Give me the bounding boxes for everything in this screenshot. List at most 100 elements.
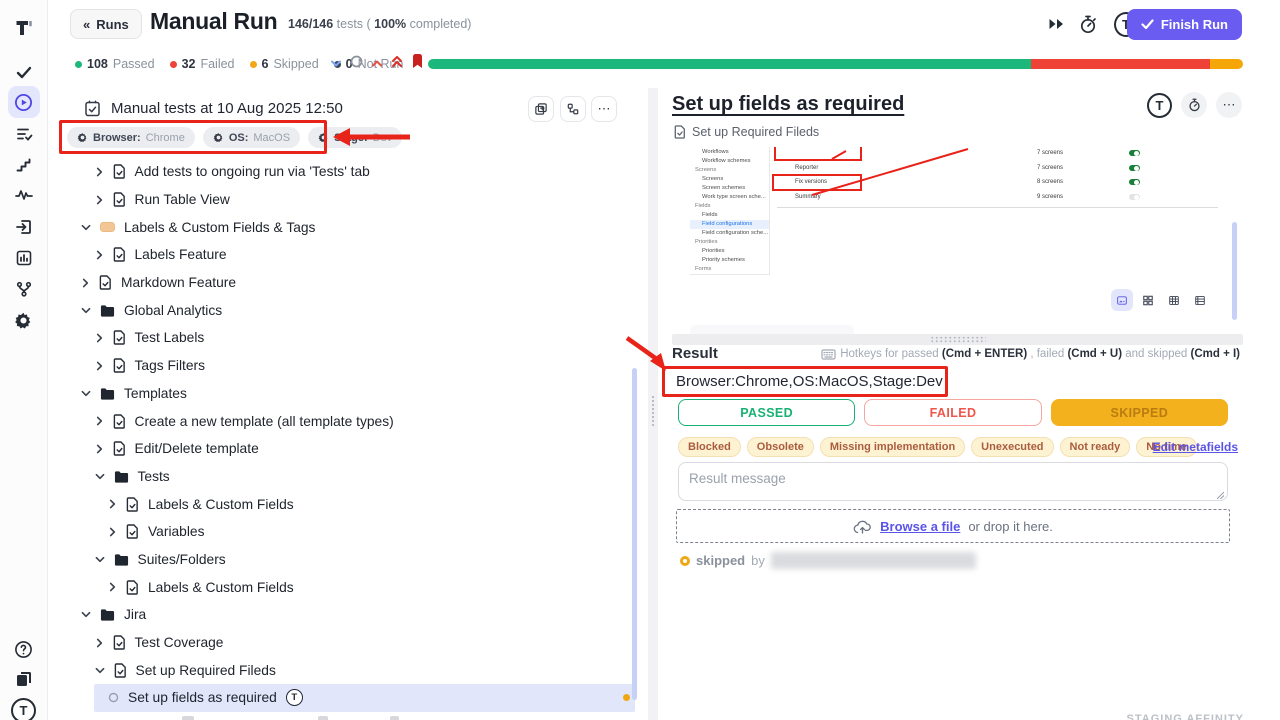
failed-button[interactable]: FAILED [864, 399, 1041, 426]
tree-item[interactable]: Jira [48, 601, 648, 629]
result-message-input[interactable] [678, 462, 1228, 501]
chevron-right-icon[interactable] [108, 527, 117, 537]
chevron-right-icon[interactable] [108, 582, 117, 592]
chevron-down-icon[interactable] [95, 666, 105, 675]
view-image-button[interactable] [1111, 289, 1133, 311]
tree-item[interactable]: Tests [48, 463, 648, 491]
fast-forward-icon[interactable] [1044, 12, 1068, 36]
browse-file-link[interactable]: Browse a file [880, 519, 960, 534]
tree-scrollbar[interactable] [632, 368, 637, 700]
brand-circle-icon[interactable]: T [8, 694, 40, 720]
status-dot-icon [250, 61, 257, 68]
chevron-down-icon[interactable] [81, 223, 91, 232]
chevron-right-icon[interactable] [95, 333, 104, 343]
tree-item[interactable]: Test Labels [48, 324, 648, 352]
import-icon[interactable] [8, 211, 40, 243]
tree-item[interactable]: Markdown Feature [48, 269, 648, 297]
preview-scrollbar[interactable] [1232, 222, 1237, 320]
app-logo-icon[interactable] [8, 12, 40, 44]
tree-item[interactable]: Add tests to ongoing run via 'Tests' tab [48, 158, 648, 186]
tree-item[interactable]: Tags Filters [48, 352, 648, 380]
splitter-grip [930, 336, 986, 343]
env-tag[interactable]: OS: MacOS [203, 127, 300, 148]
circle-filter-icon[interactable] [350, 55, 363, 73]
tree-item[interactable]: Templates [48, 380, 648, 408]
milestones-stairs-icon[interactable] [8, 149, 40, 181]
attachment-preview[interactable]: WorkflowsWorkflow schemesScreensScreensS… [672, 147, 1232, 287]
breadcrumb[interactable]: Set up Required Fileds [674, 125, 819, 139]
tree-item[interactable]: Edit/Delete template [48, 435, 648, 463]
chevron-right-icon[interactable] [95, 167, 104, 177]
bookmark-flag-icon[interactable] [411, 54, 424, 74]
tree-item[interactable]: Create a new template (all template type… [48, 407, 648, 435]
tree-item[interactable]: Labels & Custom Fields [48, 573, 648, 601]
env-tag[interactable]: Stage: Dev [308, 127, 402, 148]
tree-item[interactable]: Labels & Custom Fields & Tags [48, 213, 648, 241]
chevron-right-icon[interactable] [95, 361, 104, 371]
chevron-down-icon[interactable] [95, 555, 105, 564]
back-to-runs-button[interactable]: « Runs [70, 9, 142, 39]
preview-divider [777, 207, 1218, 208]
tree-item[interactable]: Test Coverage [48, 629, 648, 657]
help-icon[interactable] [8, 633, 40, 665]
tree-item[interactable]: Suites/Folders [48, 546, 648, 574]
timer-button[interactable] [1181, 92, 1207, 118]
status-stat-skipped[interactable]: 6Skipped [250, 57, 319, 71]
passed-button[interactable]: PASSED [678, 399, 855, 426]
activity-pulse-icon[interactable] [8, 179, 40, 211]
tree-view-button[interactable] [560, 96, 586, 122]
chevron-down-icon[interactable] [95, 472, 105, 481]
brand-circle-icon[interactable]: T [1147, 93, 1172, 118]
skipped-button[interactable]: SKIPPED [1051, 399, 1228, 426]
more-options-button[interactable]: ⋯ [1216, 92, 1242, 118]
timer-icon[interactable] [1076, 12, 1100, 36]
view-list-button[interactable] [1189, 289, 1211, 311]
chevron-up-filter-icon[interactable] [371, 55, 383, 73]
env-tag[interactable]: Browser: Chrome [67, 127, 195, 148]
copy-add-button[interactable] [528, 96, 554, 122]
status-stat-passed[interactable]: 108Passed [75, 57, 155, 71]
tree-item[interactable]: Labels Feature [48, 241, 648, 269]
tests-check-icon[interactable] [8, 56, 40, 88]
result-splitter[interactable] [672, 334, 1243, 345]
reports-chart-icon[interactable] [8, 242, 40, 274]
finish-run-button[interactable]: Finish Run [1127, 9, 1242, 40]
test-icon [113, 441, 126, 456]
double-chevron-up-icon[interactable] [391, 55, 403, 73]
metafield-tag[interactable]: Unexecuted [971, 437, 1053, 457]
chevron-right-icon[interactable] [108, 499, 117, 509]
tree-item[interactable]: Labels & Custom Fields [48, 490, 648, 518]
tree-item[interactable]: Set up Required Fileds [48, 656, 648, 684]
branch-icon[interactable] [8, 273, 40, 305]
more-options-button[interactable]: ⋯ [591, 96, 617, 122]
metafield-tag[interactable]: Missing implementation [820, 437, 965, 457]
chevron-right-icon[interactable] [95, 195, 104, 205]
chevron-down-icon[interactable] [81, 389, 91, 398]
metafield-tag[interactable]: Blocked [678, 437, 741, 457]
metafield-tag[interactable]: Not ready [1060, 437, 1131, 457]
file-dropzone[interactable]: Browse a file or drop it here. [676, 509, 1230, 543]
chevron-right-icon[interactable] [95, 416, 104, 426]
tree-item[interactable]: Set up fields as requiredT [94, 684, 635, 712]
view-grid-button[interactable] [1137, 289, 1159, 311]
view-table-button[interactable] [1163, 289, 1185, 311]
chevron-down-icon[interactable] [81, 610, 91, 619]
plans-list-check-icon[interactable] [8, 118, 40, 150]
tree-item[interactable]: Global Analytics [48, 296, 648, 324]
panel-splitter[interactable] [648, 88, 658, 720]
status-stat-failed[interactable]: 32Failed [170, 57, 235, 71]
settings-gear-icon[interactable] [8, 304, 40, 336]
chevron-down-icon[interactable] [81, 306, 91, 315]
chevron-right-icon[interactable] [95, 250, 104, 260]
edit-metafields-link[interactable]: Edit metafields [1153, 440, 1238, 454]
chevron-right-icon[interactable] [95, 638, 104, 648]
collapse-chevron-icon[interactable] [330, 55, 342, 73]
chevron-right-icon[interactable] [81, 278, 90, 288]
tree-item[interactable]: Run Table View [48, 186, 648, 214]
docs-icon[interactable] [8, 663, 40, 695]
tree-item-label: Set up fields as required [128, 690, 277, 705]
chevron-right-icon[interactable] [95, 444, 104, 454]
tree-item[interactable]: Variables [48, 518, 648, 546]
metafield-tag[interactable]: Obsolete [747, 437, 814, 457]
runs-play-icon[interactable] [8, 86, 40, 118]
